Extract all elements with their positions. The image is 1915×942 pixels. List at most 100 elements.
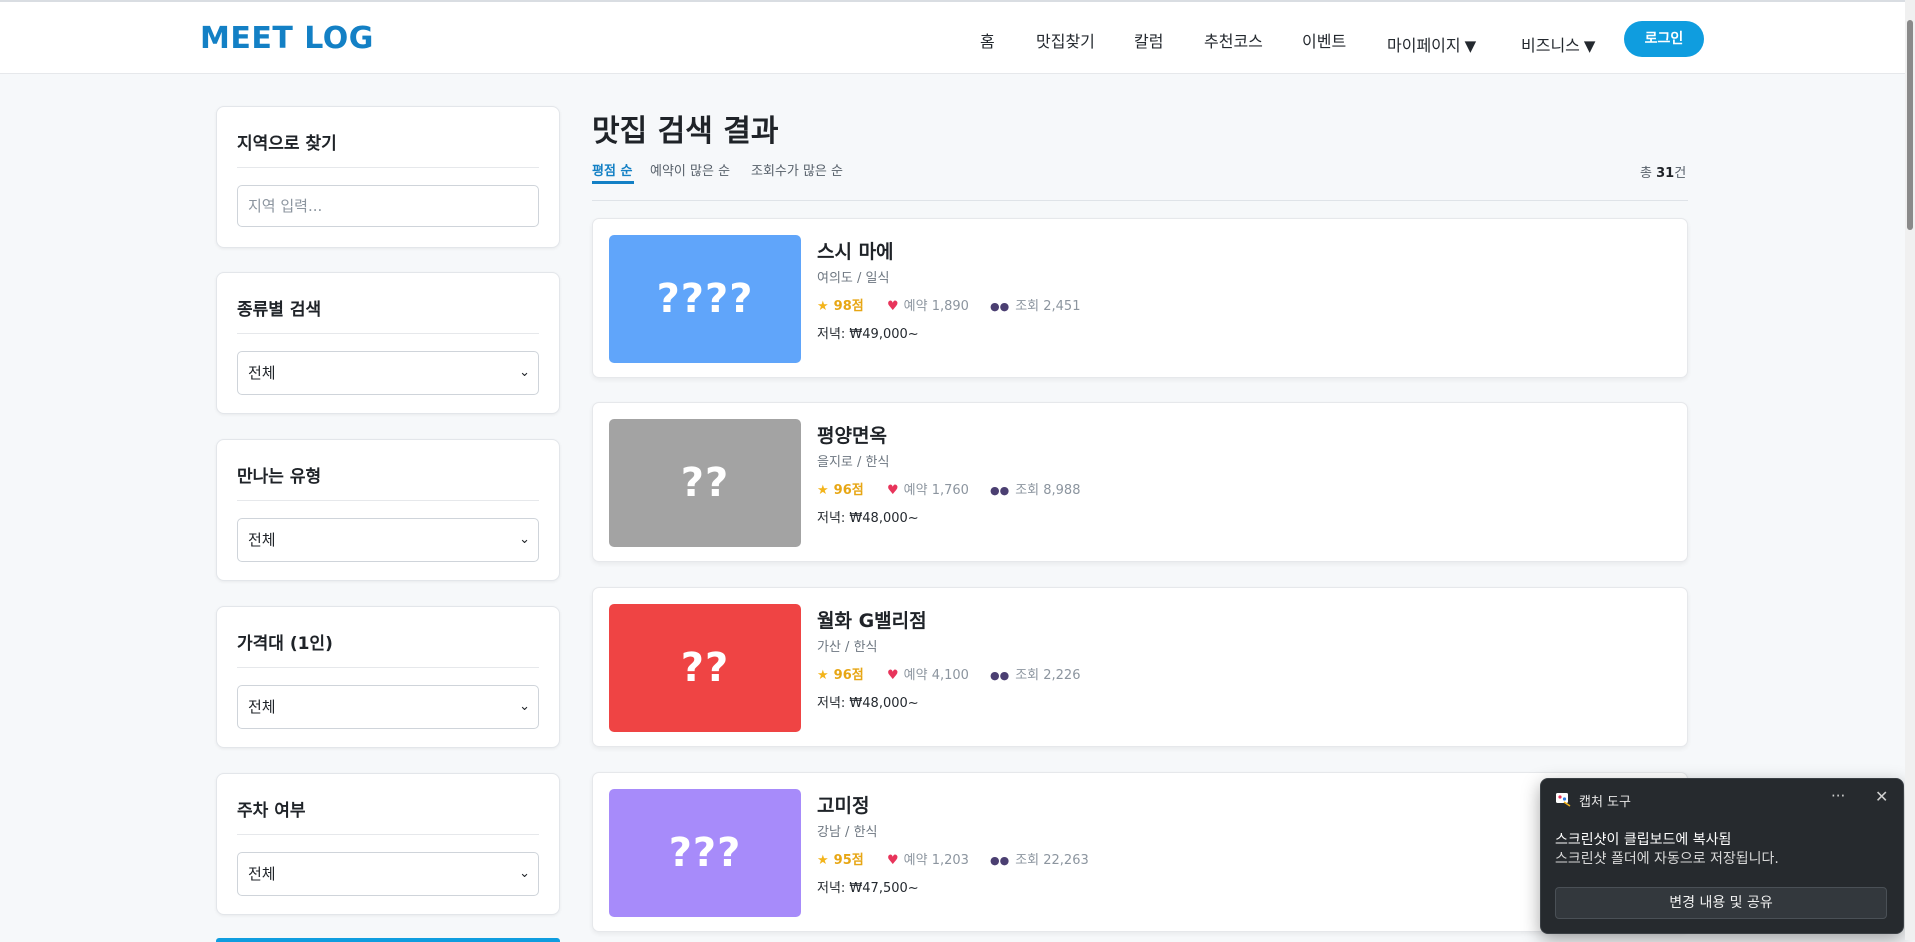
edit-and-share-button[interactable]: 변경 내용 및 공유 <box>1555 887 1887 919</box>
rating: ★ 98점 <box>817 295 864 314</box>
rating-value: 96점 <box>833 668 864 683</box>
region-filter-card: 지역으로 찾기 지역 입력... <box>216 106 560 248</box>
snipping-tool-icon <box>1556 793 1571 807</box>
price-filter-card: 가격대 (1인) 전체 ⌄ <box>216 606 560 748</box>
parking-select-value: 전체 <box>248 865 276 883</box>
price-select[interactable]: 전체 ⌄ <box>237 685 539 729</box>
nav-event-label: 이벤트 <box>1302 32 1347 51</box>
sort-tab-views[interactable]: 조회수가 많은 순 <box>751 160 843 179</box>
price-filter-title: 가격대 (1인) <box>237 634 333 654</box>
star-icon: ★ <box>817 668 829 683</box>
region-filter-title: 지역으로 찾기 <box>237 134 337 154</box>
view-count: ●● 조회 2,451 <box>990 295 1080 314</box>
dropdown-caret-icon: ▼ <box>1464 37 1477 55</box>
reservation-value: 예약 4,100 <box>903 668 969 683</box>
total-count: 총 31건 <box>1640 162 1686 181</box>
restaurant-name[interactable]: 평양면옥 <box>817 421 887 448</box>
category-select-value: 전체 <box>248 364 276 382</box>
login-button[interactable]: 로그인 <box>1624 21 1704 57</box>
category-filter-card: 종류별 검색 전체 ⌄ <box>216 272 560 414</box>
rating: ★ 96점 <box>817 479 864 498</box>
site-header: MEET LOG 홈 맛집찾기 칼럼 추천코스 이벤트 마이페이지 ▼ 비즈니스 ▼… <box>0 2 1905 74</box>
restaurant-thumbnail[interactable]: ?? <box>609 604 801 732</box>
category-select[interactable]: 전체 ⌄ <box>237 351 539 395</box>
divider <box>237 667 539 668</box>
restaurant-price: 저녁: ₩48,000~ <box>817 511 919 526</box>
page-title: 맛집 검색 결과 <box>592 114 779 149</box>
nav-find-restaurants[interactable]: 맛집찾기 <box>1036 28 1095 52</box>
rating: ★ 95점 <box>817 849 864 868</box>
reservation-value: 예약 1,760 <box>903 483 969 498</box>
reservation-value: 예약 1,203 <box>903 853 969 868</box>
restaurant-card[interactable]: ?? 평양면옥을지로 / 한식 ★ 96점 ♥ 예약 1,760 ●● 조회 8,988 저녁:… <box>592 402 1688 562</box>
star-icon: ★ <box>817 853 829 868</box>
scrollbar-thumb[interactable] <box>1907 20 1913 230</box>
view-value: 조회 8,988 <box>1015 483 1081 498</box>
heart-icon: ♥ <box>887 668 899 683</box>
restaurant-thumbnail[interactable]: ??? <box>609 789 801 917</box>
nav-mypage-label: 마이페이지 <box>1387 36 1461 55</box>
restaurant-card[interactable]: ?? 월화 G밸리점 가산 / 한식 ★ 96점 ♥ 예약 4,100 ●● 조회 2,226 저… <box>592 587 1688 747</box>
price-select-value: 전체 <box>248 698 276 716</box>
chevron-down-icon: ⌄ <box>519 365 530 380</box>
meeting-type-select[interactable]: 전체 ⌄ <box>237 518 539 562</box>
nav-event[interactable]: 이벤트 <box>1302 28 1346 52</box>
rating: ★ 96점 <box>817 664 864 683</box>
nav-find-restaurants-label: 맛집찾기 <box>1036 32 1095 51</box>
star-icon: ★ <box>817 483 829 498</box>
restaurant-location: 을지로 / 한식 <box>817 455 890 470</box>
meeting-type-filter-card: 만나는 유형 전체 ⌄ <box>216 439 560 581</box>
reservation-count: ♥ 예약 1,203 <box>887 849 969 868</box>
toast-message: 스크린샷이 클립보드에 복사됨 <box>1555 832 1732 848</box>
restaurant-thumbnail[interactable]: ?? <box>609 419 801 547</box>
reservation-value: 예약 1,890 <box>903 299 969 314</box>
restaurant-name[interactable]: 월화 G밸리점 <box>817 606 927 633</box>
heart-icon: ♥ <box>887 299 899 314</box>
divider <box>237 500 539 501</box>
divider <box>592 200 1688 201</box>
parking-select[interactable]: 전체 ⌄ <box>237 852 539 896</box>
divider <box>237 333 539 334</box>
nav-column-label: 칼럼 <box>1134 32 1164 51</box>
sidebar-search-button[interactable] <box>216 938 560 942</box>
rating-value: 98점 <box>833 299 864 314</box>
toast-app-name: 캡처 도구 <box>1579 795 1631 810</box>
view-count: ●● 조회 8,988 <box>990 479 1080 498</box>
restaurant-name[interactable]: 고미정 <box>817 791 869 818</box>
meeting-type-filter-title: 만나는 유형 <box>237 467 322 487</box>
nav-business[interactable]: 비즈니스 ▼ <box>1521 32 1595 56</box>
parking-filter-title: 주차 여부 <box>237 801 306 821</box>
active-tab-indicator <box>592 181 634 184</box>
star-icon: ★ <box>817 299 829 314</box>
total-count-suffix: 건 <box>1674 166 1687 181</box>
close-icon[interactable]: ✕ <box>1875 787 1888 806</box>
eyes-icon: ●● <box>990 669 1010 682</box>
site-logo[interactable]: MEET LOG <box>200 21 374 56</box>
restaurant-name[interactable]: 스시 마에 <box>817 237 894 264</box>
eyes-icon: ●● <box>990 854 1010 867</box>
nav-mypage[interactable]: 마이페이지 ▼ <box>1387 32 1476 56</box>
more-options-icon[interactable]: ··· <box>1831 787 1845 805</box>
rating-value: 96점 <box>833 483 864 498</box>
region-input[interactable]: 지역 입력... <box>237 185 539 227</box>
reservation-count: ♥ 예약 1,760 <box>887 479 969 498</box>
restaurant-price: 저녁: ₩48,000~ <box>817 696 919 711</box>
divider <box>237 167 539 168</box>
restaurant-card[interactable]: ???? 스시 마에여의도 / 일식 ★ 98점 ♥ 예약 1,890 ●● 조회 2,451… <box>592 218 1688 378</box>
heart-icon: ♥ <box>887 853 899 868</box>
restaurant-location: 가산 / 한식 <box>817 640 878 655</box>
total-count-prefix: 총 <box>1640 166 1657 181</box>
chevron-down-icon: ⌄ <box>519 699 530 714</box>
view-value: 조회 2,451 <box>1015 299 1081 314</box>
rating-value: 95점 <box>833 853 864 868</box>
nav-column[interactable]: 칼럼 <box>1134 28 1163 52</box>
nav-home[interactable]: 홈 <box>980 28 995 52</box>
restaurant-card[interactable]: ??? 고미정 강남 / 한식 ★ 95점 ♥ 예약 1,203 ●● 조회 22,263 저녁:… <box>592 772 1688 932</box>
sort-tab-rating[interactable]: 평점 순 <box>592 160 632 179</box>
restaurant-location: 여의도 / 일식 <box>817 271 890 286</box>
restaurant-thumbnail[interactable]: ???? <box>609 235 801 363</box>
nav-recommended-course[interactable]: 추천코스 <box>1204 28 1263 52</box>
restaurant-price: 저녁: ₩47,500~ <box>817 881 919 896</box>
sort-tab-reservations[interactable]: 예약이 많은 순 <box>650 160 730 179</box>
snip-notification[interactable]: 캡처 도구 ··· ✕ 스크린샷이 클립보드에 복사됨 스크린샷 폴더에 자동으… <box>1540 778 1904 934</box>
